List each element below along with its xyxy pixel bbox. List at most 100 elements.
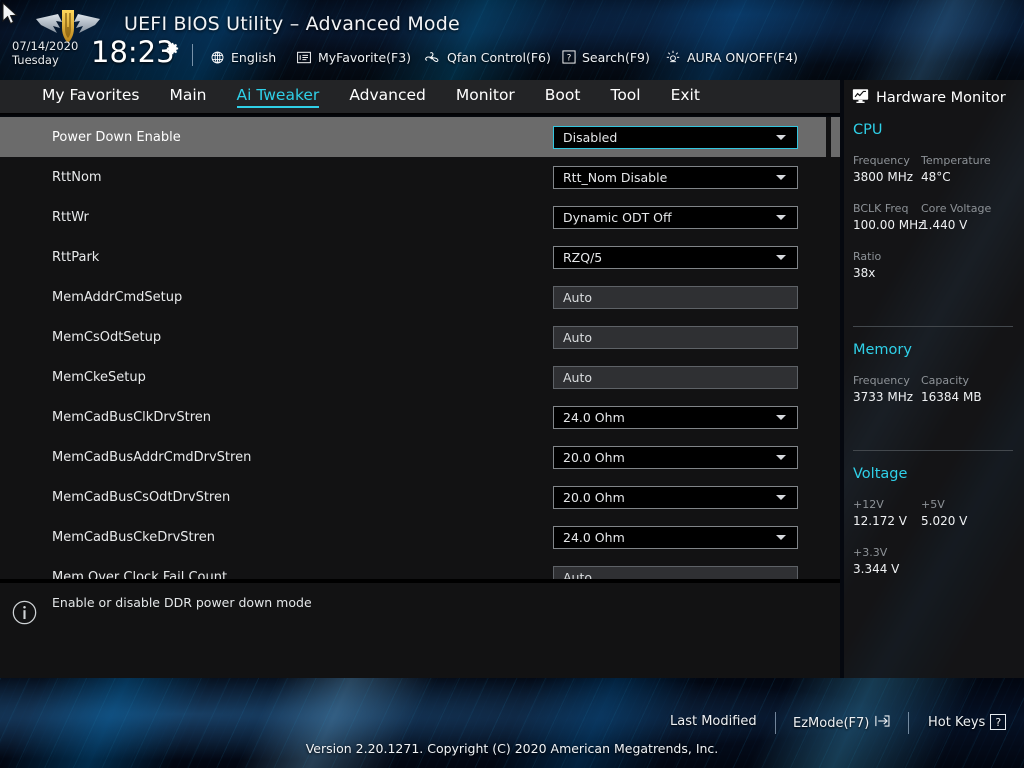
window-title: UEFI BIOS Utility – Advanced Mode [124, 13, 460, 35]
setting-label: MemCsOdtSetup [52, 329, 162, 345]
setting-label: RttNom [52, 169, 102, 185]
settings-row[interactable]: Mem Over Clock Fail Count Auto [0, 557, 840, 579]
settings-row[interactable]: RttNom Rtt_Nom Disable [0, 157, 840, 197]
search-label: Search(F9) [582, 49, 650, 65]
setting-dropdown[interactable]: 20.0 Ohm [553, 485, 798, 509]
hw-metric-value: 16384 MB [921, 390, 982, 404]
hw-section-title: Memory [853, 342, 912, 358]
hotkeys-key: ? [990, 714, 1007, 730]
tab-monitor[interactable]: Monitor [456, 86, 515, 107]
bios-screen: UEFI BIOS Utility – Advanced Mode 07/14/… [0, 0, 1024, 768]
fan-icon [424, 50, 441, 65]
myfavorite-label: MyFavorite(F3) [318, 49, 412, 65]
setting-label: MemCadBusAddrCmdDrvStren [52, 449, 252, 465]
system-datetime: 07/14/2020 Tuesday [12, 39, 78, 67]
hw-metric-value: 1.440 V [921, 218, 968, 232]
globe-icon [210, 50, 225, 65]
hw-metric-value: 12.172 V [853, 514, 908, 528]
setting-value-field[interactable]: Auto [553, 285, 798, 309]
hw-section-title: CPU [853, 122, 883, 138]
main-tab-bar: My Favorites Main Ai Tweaker Advanced Monito… [0, 80, 840, 113]
hw-section-divider [853, 450, 1013, 451]
tab-exit[interactable]: Exit [671, 86, 700, 107]
hw-metric-label: +12V [853, 498, 884, 511]
setting-dropdown[interactable]: 24.0 Ohm [553, 405, 798, 429]
settings-row[interactable]: RttPark RZQ/5 [0, 237, 840, 277]
chevron-down-icon [776, 215, 786, 220]
settings-row[interactable]: MemCkeSetup Auto [0, 357, 840, 397]
last-modified-label: Last Modified [670, 714, 757, 729]
tab-tool[interactable]: Tool [610, 86, 640, 107]
setting-label: RttWr [52, 209, 89, 225]
search-button[interactable]: ? Search(F9) [562, 47, 650, 67]
hw-metric-label: Ratio [853, 250, 882, 263]
settings-row[interactable]: MemCadBusCsOdtDrvStren 20.0 Ohm [0, 477, 840, 517]
settings-row[interactable]: Power Down Enable Disabled [0, 117, 840, 157]
myfavorite-button[interactable]: MyFavorite(F3) [296, 47, 411, 67]
system-weekday: Tuesday [12, 52, 59, 67]
setting-dropdown[interactable]: RZQ/5 [553, 245, 798, 269]
setting-value: Auto [563, 369, 593, 385]
tab-label: Ai Tweaker [236, 86, 320, 104]
tab-label: Advanced [349, 86, 426, 104]
hw-metric-value: 48°C [921, 170, 951, 184]
ezmode-button[interactable]: EzMode(F7) [793, 714, 891, 732]
language-label: English [231, 49, 277, 65]
settings-list: Power Down Enable Disabled RttNom Rtt_Nom D… [0, 117, 840, 579]
language-button[interactable]: English [210, 47, 276, 67]
settings-row[interactable]: MemCsOdtSetup Auto [0, 317, 840, 357]
setting-value-field[interactable]: Auto [553, 565, 798, 579]
setting-value-field[interactable]: Auto [553, 325, 798, 349]
gear-icon[interactable] [165, 41, 180, 56]
settings-row[interactable]: RttWr Dynamic ODT Off [0, 197, 840, 237]
tab-ai-tweaker[interactable]: Ai Tweaker [236, 86, 320, 108]
tab-boot[interactable]: Boot [545, 86, 581, 107]
setting-label: Power Down Enable [52, 129, 181, 145]
footer-divider-2 [908, 712, 909, 734]
hw-metric-label: BCLK Freq [853, 202, 909, 215]
settings-row[interactable]: MemCadBusCkeDrvStren 24.0 Ohm [0, 517, 840, 557]
chevron-down-icon [776, 495, 786, 500]
hw-metric-value: 3.344 V [853, 562, 900, 576]
setting-value: 20.0 Ohm [563, 449, 625, 465]
setting-dropdown[interactable]: Dynamic ODT Off [553, 205, 798, 229]
hw-metric-label: Core Voltage [921, 202, 992, 215]
aura-toggle-button[interactable]: AURA ON/OFF(F4) [665, 47, 798, 67]
setting-dropdown[interactable]: Rtt_Nom Disable [553, 165, 798, 189]
setting-label: RttPark [52, 249, 100, 265]
hw-metric-value: 5.020 V [921, 514, 968, 528]
tab-main[interactable]: Main [170, 86, 207, 107]
chevron-down-icon [776, 135, 786, 140]
setting-dropdown[interactable]: 24.0 Ohm [553, 525, 798, 549]
last-modified-button[interactable]: Last Modified [670, 714, 757, 729]
settings-row[interactable]: MemCadBusAddrCmdDrvStren 20.0 Ohm [0, 437, 840, 477]
hardware-monitor-label: Hardware Monitor [876, 90, 1006, 106]
bios-version-text: Version 2.20.1271. Copyright (C) 2020 Am… [305, 741, 719, 756]
info-icon [12, 600, 37, 625]
hw-metric-value: 100.00 MHz [853, 218, 925, 232]
hw-metric-value: 38x [853, 266, 876, 280]
aura-label: AURA ON/OFF(F4) [687, 49, 798, 65]
setting-value: 24.0 Ohm [563, 529, 625, 545]
setting-value-field[interactable]: Auto [553, 365, 798, 389]
setting-dropdown[interactable]: 20.0 Ohm [553, 445, 798, 469]
list-icon [296, 50, 312, 65]
qfan-control-button[interactable]: Qfan Control(F6) [424, 47, 551, 67]
setting-label: MemCadBusCsOdtDrvStren [52, 489, 231, 505]
header-divider [192, 44, 193, 66]
tab-my-favorites[interactable]: My Favorites [42, 86, 140, 107]
tab-label: Main [169, 86, 207, 104]
setting-value: RZQ/5 [563, 249, 603, 265]
hotkeys-button[interactable]: Hot Keys ? [928, 714, 1007, 730]
setting-value: Auto [563, 329, 593, 345]
settings-scrollbar-track[interactable] [826, 117, 831, 579]
tab-label: My Favorites [42, 86, 140, 104]
settings-row[interactable]: MemCadBusClkDrvStren 24.0 Ohm [0, 397, 840, 437]
tab-advanced[interactable]: Advanced [349, 86, 426, 107]
hardware-monitor-title: Hardware Monitor [852, 87, 1006, 109]
hw-metric-label: Frequency [853, 374, 910, 387]
svg-text:?: ? [567, 53, 572, 63]
setting-dropdown[interactable]: Disabled [553, 125, 798, 149]
settings-row[interactable]: MemAddrCmdSetup Auto [0, 277, 840, 317]
setting-label: Mem Over Clock Fail Count [52, 569, 228, 580]
